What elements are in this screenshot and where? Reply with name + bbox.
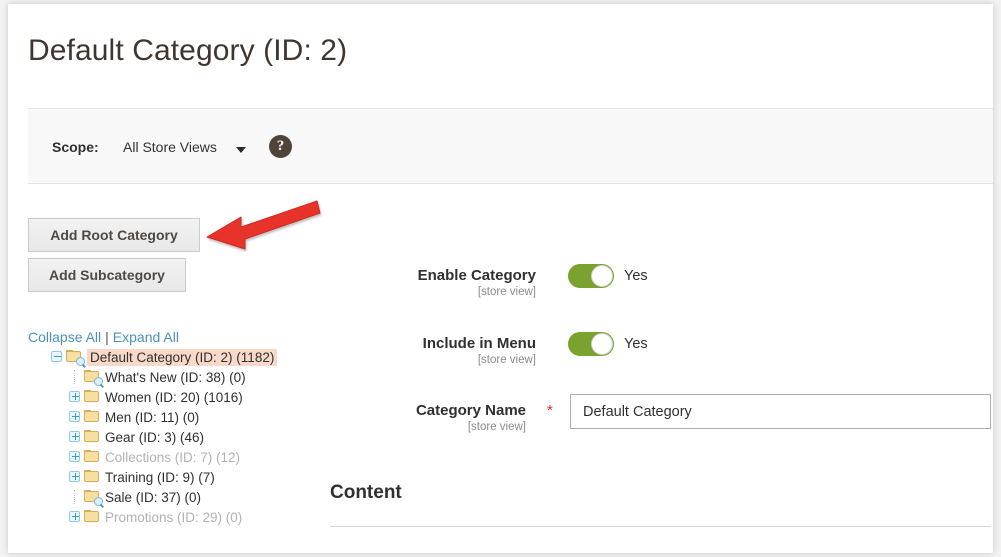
- folder-icon: [84, 390, 101, 404]
- tree-item-label[interactable]: Women (ID: 20) (1016): [105, 390, 243, 405]
- tree-item[interactable]: Sale (ID: 37) (0): [28, 488, 318, 509]
- content-section-divider: [330, 526, 991, 527]
- tree-item-label[interactable]: Sale (ID: 37) (0): [105, 490, 201, 505]
- folder-icon: [84, 430, 101, 444]
- toggle-knob: [591, 265, 613, 287]
- add-subcategory-button[interactable]: Add Subcategory: [28, 258, 186, 292]
- scope-selector-value[interactable]: All Store Views: [123, 139, 217, 155]
- folder-search-icon: [66, 350, 86, 369]
- enable-category-scope: [store view]: [477, 286, 536, 298]
- tree-controls-separator: |: [105, 329, 109, 345]
- page-title: Default Category (ID: 2): [28, 34, 348, 67]
- include-in-menu-label: Include in Menu: [422, 335, 536, 352]
- required-marker: *: [547, 402, 553, 419]
- tree-item-label[interactable]: What's New (ID: 38) (0): [105, 370, 246, 385]
- enable-category-toggle[interactable]: [568, 264, 614, 288]
- folder-icon: [84, 450, 101, 464]
- tree-item[interactable]: Collections (ID: 7) (12): [28, 448, 318, 468]
- tree-expand-icon[interactable]: [68, 390, 82, 404]
- folder-search-icon: [84, 370, 104, 389]
- folder-icon: [84, 470, 101, 484]
- tree-collapse-icon[interactable]: [50, 350, 64, 364]
- category-name-input[interactable]: [570, 394, 991, 429]
- toggle-knob: [591, 333, 613, 355]
- content-section-title: Content: [330, 482, 402, 503]
- include-in-menu-scope: [store view]: [477, 354, 536, 366]
- category-name-scope: [store view]: [467, 421, 526, 433]
- tree-item-label[interactable]: Collections (ID: 7) (12): [105, 450, 240, 465]
- scope-label: Scope:: [52, 139, 99, 155]
- collapse-all-link[interactable]: Collapse All: [28, 329, 101, 345]
- tree-expand-icon[interactable]: [68, 470, 82, 484]
- tree-controls: Collapse All | Expand All: [28, 329, 179, 345]
- folder-icon: [84, 510, 101, 524]
- question-mark-icon[interactable]: ?: [269, 135, 292, 158]
- tree-line-icon: [68, 490, 82, 504]
- tree-expand-icon[interactable]: [68, 430, 82, 444]
- tree-item[interactable]: Gear (ID: 3) (46): [28, 428, 318, 448]
- category-name-label: Category Name: [415, 402, 526, 419]
- tree-item-label[interactable]: Men (ID: 11) (0): [105, 410, 199, 425]
- annotation-arrow-icon: [206, 200, 321, 250]
- tree-item-label[interactable]: Default Category (ID: 2) (1182): [87, 349, 278, 366]
- admin-page: Default Category (ID: 2) Scope: All Stor…: [8, 4, 993, 553]
- folder-icon: [84, 410, 101, 424]
- tree-line-icon: [68, 370, 82, 384]
- include-in-menu-value: Yes: [624, 336, 648, 352]
- tree-expand-icon[interactable]: [68, 450, 82, 464]
- tree-expand-icon[interactable]: [68, 410, 82, 424]
- tree-item[interactable]: Default Category (ID: 2) (1182): [28, 348, 318, 369]
- enable-category-label: Enable Category: [417, 267, 536, 284]
- tree-item[interactable]: Women (ID: 20) (1016): [28, 388, 318, 408]
- expand-all-link[interactable]: Expand All: [113, 329, 179, 345]
- tree-item[interactable]: Promotions (ID: 29) (0): [28, 508, 318, 528]
- add-root-category-button[interactable]: Add Root Category: [28, 218, 200, 252]
- tree-item[interactable]: What's New (ID: 38) (0): [28, 368, 318, 389]
- include-in-menu-toggle[interactable]: [568, 332, 614, 356]
- tree-item-label[interactable]: Training (ID: 9) (7): [105, 470, 215, 485]
- tree-expand-icon[interactable]: [68, 510, 82, 524]
- chevron-down-icon[interactable]: [236, 147, 246, 153]
- tree-item[interactable]: Training (ID: 9) (7): [28, 468, 318, 488]
- scope-bar: Scope: All Store Views ?: [28, 108, 993, 184]
- category-tree: Default Category (ID: 2) (1182) What's Ne…: [28, 348, 318, 528]
- tree-item[interactable]: Men (ID: 11) (0): [28, 408, 318, 428]
- tree-item-label[interactable]: Promotions (ID: 29) (0): [105, 510, 242, 525]
- folder-search-icon: [84, 490, 104, 509]
- enable-category-value: Yes: [624, 268, 648, 284]
- tree-item-label[interactable]: Gear (ID: 3) (46): [105, 430, 204, 445]
